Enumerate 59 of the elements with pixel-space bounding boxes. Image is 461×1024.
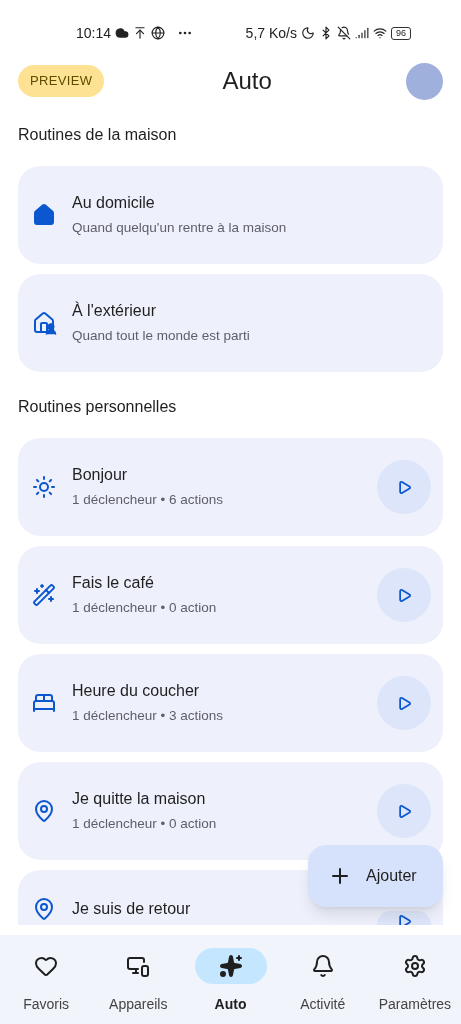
routine-card[interactable]: Heure du coucher 1 déclencheur • 3 actions: [18, 654, 443, 752]
routine-title: Je suis de retour: [72, 899, 192, 919]
routine-subtitle: Quand tout le monde est parti: [72, 327, 251, 346]
routine-card[interactable]: Au domicile Quand quelqu'un rentre à la maison: [18, 166, 443, 264]
heart-icon: [34, 954, 59, 978]
location-pin-icon: [32, 897, 56, 921]
globe-icon: [151, 26, 166, 40]
add-button[interactable]: Ajouter: [308, 845, 443, 907]
routine-title: Je quitte la maison: [72, 789, 207, 810]
play-icon: [396, 695, 412, 711]
section-title: Routines de la maison: [18, 125, 178, 145]
routine-title: Heure du coucher: [72, 681, 201, 702]
sparkles-icon: [218, 954, 243, 978]
nav-tab[interactable]: Favoris: [0, 948, 93, 1015]
sun-icon: [32, 475, 56, 499]
upload-icon: [133, 26, 148, 40]
routine-title: Au domicile: [72, 193, 156, 214]
signal-icon: [355, 26, 369, 40]
nav-tab[interactable]: Paramètres: [368, 948, 461, 1015]
routine-subtitle: Quand quelqu'un rentre à la maison: [72, 219, 288, 238]
nav-tab[interactable]: Appareils: [92, 948, 185, 1015]
routine-card[interactable]: Je quitte la maison 1 déclencheur • 0 action: [18, 762, 443, 860]
magic-wand-icon: [32, 583, 56, 607]
play-icon: [396, 803, 412, 819]
cloud-icon: [115, 26, 130, 40]
play-icon: [396, 914, 412, 925]
avatar[interactable]: [406, 62, 443, 100]
house-icon: [32, 203, 56, 227]
wifi-icon: [373, 26, 387, 40]
settings-icon: [402, 954, 427, 978]
house-person-icon: [32, 311, 56, 335]
nav-tab[interactable]: Activité: [276, 948, 369, 1015]
page-title: Auto: [222, 66, 272, 96]
routine-title: Fais le café: [72, 573, 155, 594]
devices-icon: [126, 954, 151, 978]
location-pin-icon: [32, 799, 56, 823]
play-icon: [396, 479, 412, 495]
bell-icon: [310, 954, 335, 978]
network-speed: 5,7 Ko/s: [245, 23, 297, 43]
bed-icon: [32, 691, 56, 715]
routine-subtitle: 1 déclencheur • 0 action: [72, 815, 218, 834]
routine-card[interactable]: Fais le café 1 déclencheur • 0 action: [18, 546, 443, 644]
routine-card[interactable]: À l'extérieur Quand tout le monde est parti: [18, 274, 443, 372]
routine-subtitle: 1 déclencheur • 0 action: [72, 599, 218, 618]
routine-subtitle: 1 déclencheur • 3 actions: [72, 707, 225, 726]
routine-title: Bonjour: [72, 465, 129, 486]
routine-title: À l'extérieur: [72, 300, 157, 322]
play-button[interactable]: [377, 460, 431, 514]
moon-icon: [301, 26, 315, 40]
play-icon: [396, 587, 412, 603]
routine-card[interactable]: Bonjour 1 déclencheur • 6 actions: [18, 438, 443, 536]
preview-badge: PREVIEW: [18, 65, 105, 97]
section-title: Routines personnelles: [18, 397, 178, 417]
mute-icon: [337, 26, 351, 40]
nav-tab[interactable]: Auto: [184, 948, 277, 1015]
play-button[interactable]: [377, 911, 431, 925]
routine-subtitle: 1 déclencheur • 6 actions: [72, 491, 225, 510]
status-time: 10:14: [76, 23, 112, 43]
battery-level: 96: [391, 26, 411, 40]
